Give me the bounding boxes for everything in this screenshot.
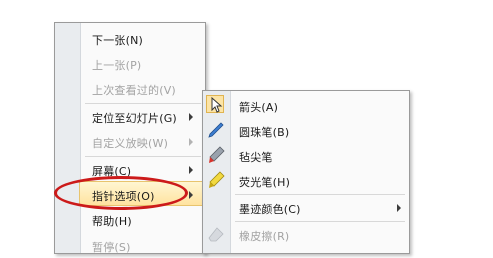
pointer-options-submenu: 箭头(A) 圆珠笔(B) 毡尖笔 荧光笔(H) 墨迹颜色(C) 橡皮擦(R) xyxy=(202,90,410,254)
menu-item-label: 屏幕(C) xyxy=(92,165,132,178)
submenu-arrow-icon xyxy=(189,191,193,199)
submenu-arrow-icon xyxy=(397,204,401,212)
menu-item-eraser[interactable]: 橡皮擦(R) xyxy=(203,222,409,247)
menu-item-label: 圆珠笔(B) xyxy=(239,126,290,139)
menu-item-label: 毡尖笔 xyxy=(239,151,273,164)
menu-item-label: 定位至幻灯片(G) xyxy=(92,112,177,125)
arrow-pointer-icon xyxy=(206,95,224,113)
menu-item-pause[interactable]: 暂停(S) xyxy=(55,233,205,258)
felt-tip-pen-icon xyxy=(207,146,225,164)
menu-item-label: 上次查看过的(V) xyxy=(92,84,176,97)
menu-item-felt-tip-pen[interactable]: 毡尖笔 xyxy=(203,143,409,168)
menu-item-previous[interactable]: 上一张(P) xyxy=(55,51,205,76)
menu-item-screen[interactable]: 屏幕(C) xyxy=(55,157,205,182)
menu-item-label: 上一张(P) xyxy=(92,59,142,72)
submenu-arrow-icon xyxy=(189,138,193,146)
menu-item-last-viewed[interactable]: 上次查看过的(V) xyxy=(55,76,205,101)
menu-item-label: 橡皮擦(R) xyxy=(239,230,290,243)
menu-item-label: 指针选项(O) xyxy=(92,190,155,203)
eraser-icon xyxy=(207,225,225,243)
ballpoint-pen-icon xyxy=(207,121,225,139)
menu-item-highlighter[interactable]: 荧光笔(H) xyxy=(203,168,409,193)
menu-item-label: 帮助(H) xyxy=(92,215,132,228)
menu-item-custom-show[interactable]: 自定义放映(W) xyxy=(55,129,205,154)
menu-item-ballpoint-pen[interactable]: 圆珠笔(B) xyxy=(203,118,409,143)
menu-item-label: 自定义放映(W) xyxy=(92,137,169,150)
context-menu: 下一张(N) 上一张(P) 上次查看过的(V) 定位至幻灯片(G) 自定义放映(… xyxy=(54,22,206,254)
menu-item-pointer-options[interactable]: 指针选项(O) xyxy=(79,181,203,206)
menu-item-ink-color[interactable]: 墨迹颜色(C) xyxy=(203,195,409,220)
menu-item-label: 箭头(A) xyxy=(239,101,279,114)
menu-item-label: 荧光笔(H) xyxy=(239,176,291,189)
submenu-arrow-icon xyxy=(189,113,193,121)
highlighter-icon xyxy=(207,171,225,189)
menu-item-next[interactable]: 下一张(N) xyxy=(55,26,205,51)
menu-item-go-to-slide[interactable]: 定位至幻灯片(G) xyxy=(55,104,205,129)
submenu-arrow-icon xyxy=(189,166,193,174)
menu-item-label: 墨迹颜色(C) xyxy=(239,203,301,216)
menu-item-help[interactable]: 帮助(H) xyxy=(55,207,205,232)
menu-item-arrow[interactable]: 箭头(A) xyxy=(203,93,409,118)
menu-item-label: 暂停(S) xyxy=(92,241,131,254)
menu-item-label: 下一张(N) xyxy=(92,34,144,47)
